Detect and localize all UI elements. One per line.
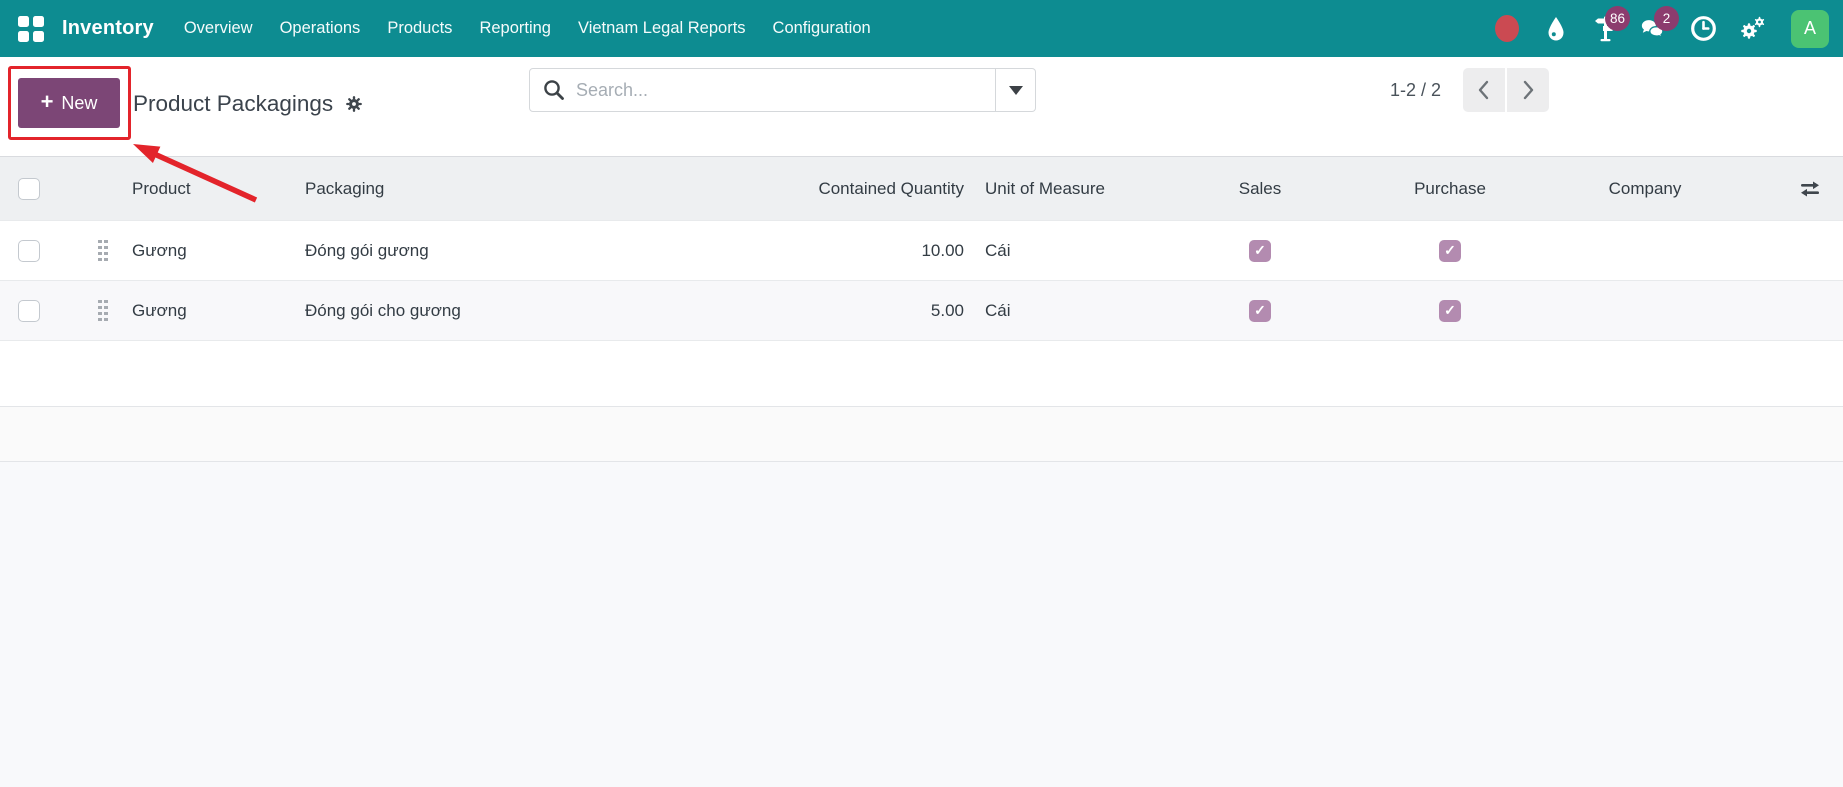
header-contained-quantity[interactable]: Contained Quantity (720, 179, 970, 199)
header-unit-of-measure[interactable]: Unit of Measure (970, 179, 1165, 199)
main-menu: Overview Operations Products Reporting V… (184, 19, 871, 38)
breadcrumb: Product Packagings (133, 79, 364, 129)
select-all-checkbox[interactable] (18, 178, 40, 200)
page-title: Product Packagings (133, 91, 333, 117)
apps-grid-icon (18, 16, 44, 42)
header-packaging[interactable]: Packaging (305, 179, 720, 199)
header-purchase[interactable]: Purchase (1355, 179, 1545, 199)
list-header-row: Product Packaging Contained Quantity Uni… (0, 156, 1843, 220)
messages-button[interactable]: 2 (1640, 14, 1668, 44)
drag-handle-icon[interactable] (98, 300, 122, 322)
menu-item-vietnam-legal-reports[interactable]: Vietnam Legal Reports (578, 19, 746, 38)
gears-icon (1738, 15, 1766, 42)
top-navbar: Inventory Overview Operations Products R… (0, 0, 1843, 57)
activities-badge: 86 (1605, 6, 1630, 31)
search-icon (542, 78, 566, 102)
settings-gears-button[interactable] (1738, 14, 1766, 44)
empty-table-area (0, 340, 1843, 406)
cell-contained-quantity[interactable]: 5.00 (720, 301, 970, 321)
droplet-button[interactable] (1542, 14, 1570, 44)
gear-icon (344, 94, 364, 114)
activities-clock-button[interactable] (1689, 14, 1717, 44)
cell-packaging[interactable]: Đóng gói gương (305, 241, 720, 261)
content-background (0, 462, 1843, 787)
purchase-checkbox[interactable] (1439, 240, 1461, 262)
optional-columns-button[interactable] (1799, 178, 1821, 200)
pager-next-button[interactable] (1507, 68, 1549, 112)
search-box (529, 68, 996, 112)
chevron-right-icon (1519, 79, 1537, 101)
record-status-icon[interactable] (1493, 14, 1521, 44)
header-product[interactable]: Product (122, 179, 305, 199)
app-name[interactable]: Inventory (62, 17, 154, 40)
list-view: Product Packaging Contained Quantity Uni… (0, 156, 1843, 787)
pager (1463, 68, 1549, 112)
chevron-left-icon (1475, 79, 1493, 101)
list-footer-strip (0, 406, 1843, 462)
cell-packaging[interactable]: Đóng gói cho gương (305, 301, 720, 321)
header-company[interactable]: Company (1545, 179, 1745, 199)
header-sales[interactable]: Sales (1165, 179, 1355, 199)
purchase-checkbox[interactable] (1439, 300, 1461, 322)
menu-item-products[interactable]: Products (387, 19, 452, 38)
sales-checkbox[interactable] (1249, 240, 1271, 262)
control-panel: + New Product Packagings (0, 57, 1843, 156)
systray: 86 2 (1493, 10, 1829, 48)
table-row[interactable]: Gương Đóng gói cho gương 5.00 Cái (0, 280, 1843, 340)
messages-badge: 2 (1654, 6, 1679, 31)
chevron-down-icon (1009, 86, 1023, 95)
cell-product[interactable]: Gương (122, 241, 305, 261)
search-dropdown-toggle[interactable] (996, 68, 1036, 112)
pager-range: 1-2 / 2 (1390, 68, 1441, 112)
row-checkbox[interactable] (18, 300, 40, 322)
new-button-label: New (61, 93, 97, 114)
table-row[interactable]: Gương Đóng gói gương 10.00 Cái (0, 220, 1843, 280)
sales-checkbox[interactable] (1249, 300, 1271, 322)
menu-item-reporting[interactable]: Reporting (479, 19, 551, 38)
cell-unit-of-measure[interactable]: Cái (970, 301, 1165, 321)
new-button[interactable]: + New (18, 78, 120, 128)
search-input[interactable] (576, 80, 983, 101)
red-dot-icon (1495, 15, 1519, 42)
cell-product[interactable]: Gương (122, 301, 305, 321)
clock-icon (1690, 15, 1717, 42)
menu-item-configuration[interactable]: Configuration (773, 19, 871, 38)
search-bar (529, 68, 1036, 112)
adjust-columns-icon (1799, 178, 1821, 200)
apps-menu-button[interactable] (12, 10, 50, 48)
cell-unit-of-measure[interactable]: Cái (970, 241, 1165, 261)
actions-gear-button[interactable] (344, 94, 364, 114)
drag-handle-icon[interactable] (98, 240, 122, 262)
user-avatar[interactable]: A (1791, 10, 1829, 48)
activities-signpost-button[interactable]: 86 (1591, 14, 1619, 44)
pager-previous-button[interactable] (1463, 68, 1505, 112)
row-checkbox[interactable] (18, 240, 40, 262)
droplet-icon (1544, 16, 1568, 42)
menu-item-operations[interactable]: Operations (280, 19, 361, 38)
menu-item-overview[interactable]: Overview (184, 19, 253, 38)
plus-icon: + (41, 91, 54, 113)
cell-contained-quantity[interactable]: 10.00 (720, 241, 970, 261)
